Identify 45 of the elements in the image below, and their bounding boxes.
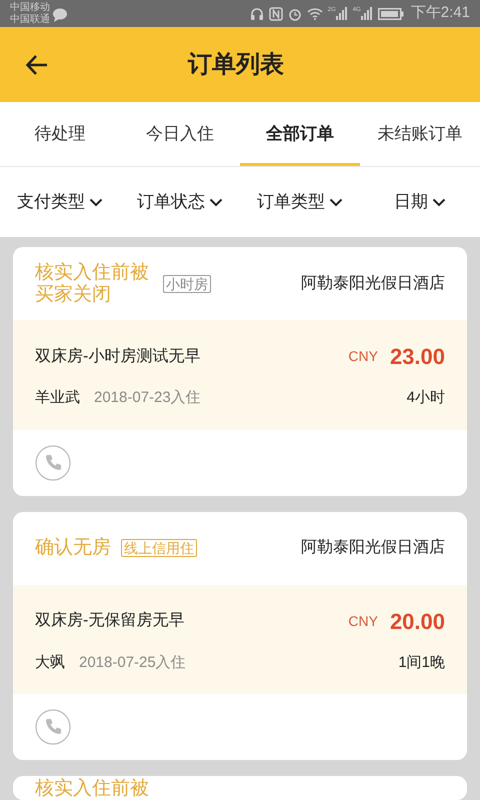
phone-icon[interactable]	[35, 444, 71, 480]
checkin-date: 2018-07-23入住	[94, 388, 201, 408]
guest-name: 羊业武	[35, 388, 80, 408]
filter-dropdown[interactable]: 订单状态	[120, 189, 240, 215]
order-status: 核实入住前被	[35, 778, 149, 800]
order-price: 23.00	[390, 343, 445, 371]
checkin-date: 2018-07-25入住	[79, 652, 186, 672]
hotel-name: 阿勒泰阳光假日酒店	[301, 538, 445, 558]
headphones-icon	[250, 6, 264, 20]
order-status: 确认无房	[35, 537, 111, 559]
guest-name: 大飒	[35, 652, 65, 672]
battery-icon	[378, 8, 404, 20]
tab[interactable]: 待处理	[0, 102, 120, 166]
room-name: 双床房-无保留房无早	[35, 610, 184, 631]
hotel-name: 阿勒泰阳光假日酒店	[301, 274, 445, 294]
alarm-icon	[288, 6, 302, 20]
room-name: 双床房-小时房测试无早	[35, 346, 200, 366]
filter-dropdown[interactable]: 订单类型	[240, 189, 360, 215]
nfc-icon	[268, 6, 283, 20]
order-price: 20.00	[390, 608, 445, 636]
room-type-tag: 线上信用住	[121, 539, 197, 557]
back-arrow-icon[interactable]	[26, 54, 48, 74]
chevron-down-icon	[209, 198, 223, 206]
filter-dropdown[interactable]: 支付类型	[0, 189, 120, 215]
phone-icon[interactable]	[35, 709, 71, 745]
tab[interactable]: 今日入住	[120, 102, 240, 166]
tab[interactable]: 未结账订单	[360, 102, 480, 166]
chat-bubble-icon	[52, 8, 68, 22]
signal-icon	[336, 7, 348, 20]
chevron-down-icon	[432, 198, 446, 206]
chevron-down-icon	[89, 198, 103, 206]
carrier-name: 中国联通	[10, 14, 50, 26]
carrier-name: 中国移动	[10, 2, 50, 14]
currency-label: CNY	[348, 347, 378, 366]
page-title: 订单列表	[188, 50, 284, 80]
order-status: 核实入住前被买家关闭	[35, 262, 150, 306]
wifi-icon	[306, 7, 323, 20]
chevron-down-icon	[329, 198, 343, 206]
stay-duration: 1间1晚	[398, 652, 445, 672]
filter-dropdown[interactable]: 日期	[360, 189, 480, 215]
currency-label: CNY	[348, 612, 378, 630]
signal-icon	[360, 7, 373, 20]
stay-duration: 4小时	[406, 388, 445, 408]
room-type-tag: 小时房	[163, 274, 211, 292]
clock-time: 下午2:41	[410, 3, 470, 24]
